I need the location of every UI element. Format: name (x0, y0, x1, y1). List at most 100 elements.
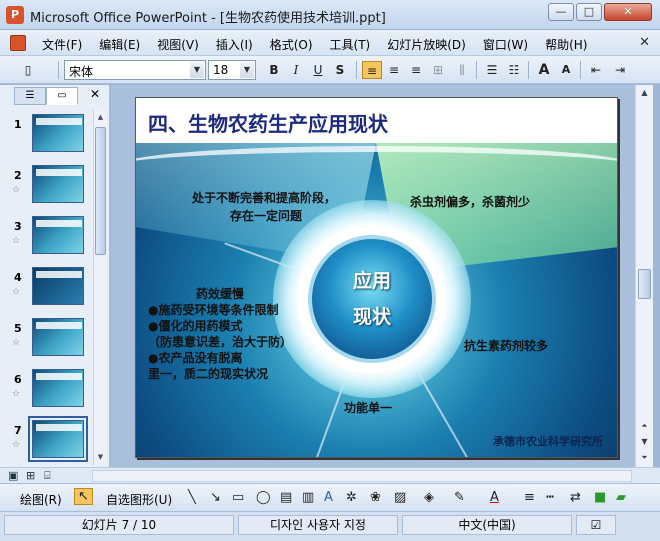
text-top-right[interactable]: 杀虫剂偏多，杀菌剂少 (410, 194, 530, 210)
tab-slides[interactable]: ▭ (46, 87, 78, 105)
text-bottom[interactable]: 功能单一 (344, 400, 392, 416)
line-color-icon[interactable]: ✎ (454, 490, 465, 505)
close-document-icon[interactable]: ✕ (639, 35, 650, 50)
textbox-tool-icon[interactable]: ▤ (280, 490, 292, 505)
slide-thumbnail[interactable]: 2 ☆ (0, 165, 92, 209)
numbered-list-icon[interactable]: ☰ (482, 61, 502, 79)
menu-window[interactable]: 窗口(W) (483, 36, 528, 53)
scroll-down-icon[interactable]: ▼ (95, 450, 106, 464)
core-label-line-1[interactable]: 应用 (308, 266, 436, 293)
slideshow-view-icon[interactable]: ⌸ (44, 469, 51, 483)
core-label-line-2[interactable]: 现状 (308, 302, 436, 329)
text-top-left-1[interactable]: 处于不断完善和提高阶段， (192, 190, 336, 206)
tab-outline[interactable]: ☰ (14, 87, 46, 105)
chevron-down-icon[interactable]: ▼ (190, 62, 204, 78)
menu-tools[interactable]: 工具(T) (330, 36, 371, 53)
italic-button[interactable]: I (286, 61, 306, 79)
slide-preview[interactable] (32, 216, 84, 254)
workspace-horizontal-scrollbar[interactable] (92, 470, 632, 482)
text-right[interactable]: 抗生素药剂较多 (464, 338, 548, 354)
text-left-block-1[interactable]: 药效缓慢 (196, 286, 244, 302)
slide-thumbnail-selected[interactable]: 7 ☆ (0, 416, 92, 464)
menu-insert[interactable]: 插入(I) (216, 36, 253, 53)
menu-edit[interactable]: 编辑(E) (99, 36, 140, 53)
scroll-up-icon[interactable]: ▲ (638, 86, 651, 100)
font-size-select[interactable]: 18 ▼ (208, 60, 256, 80)
slide-preview[interactable] (32, 267, 84, 305)
slide-preview[interactable] (28, 416, 88, 462)
slide-thumbnail[interactable]: 4 ☆ (0, 267, 92, 311)
slide-title[interactable]: 四、生物农药生产应用现状 (148, 108, 388, 137)
close-button[interactable]: ✕ (604, 3, 652, 21)
vertical-textbox-icon[interactable]: ▥ (302, 490, 314, 505)
slide-thumbnail[interactable]: 6 ☆ (0, 369, 92, 413)
line-tool-icon[interactable]: ╲ (188, 490, 196, 505)
arrow-tool-icon[interactable]: ↘ (210, 490, 221, 505)
increase-indent-icon[interactable]: ⇥ (610, 61, 630, 79)
select-pointer-icon[interactable]: ↖ (74, 488, 93, 505)
chevron-down-icon[interactable]: ▼ (240, 62, 254, 78)
text-shadow-button[interactable]: S (330, 61, 350, 79)
scrollbar-thumb[interactable] (638, 269, 651, 299)
scroll-down-icon[interactable]: ▼ (638, 435, 651, 449)
menu-help[interactable]: 帮助(H) (545, 36, 587, 53)
slide-preview[interactable] (32, 165, 84, 203)
bold-button[interactable]: B (264, 61, 284, 79)
clipart-icon[interactable]: ❀ (370, 490, 381, 505)
oval-tool-icon[interactable]: ◯ (256, 490, 271, 505)
minimize-button[interactable]: — (548, 3, 574, 21)
slide-preview[interactable] (32, 114, 84, 152)
menu-format[interactable]: 格式(O) (270, 36, 313, 53)
scroll-up-icon[interactable]: ▲ (95, 110, 106, 124)
autoshapes-menu-button[interactable]: 自选图形(U) (106, 491, 172, 508)
distributed-align-icon[interactable]: ⊞ (428, 61, 448, 79)
document-icon[interactable] (10, 35, 26, 51)
text-left-block-4[interactable]: （防患意识差，治大于防） (148, 334, 292, 350)
grow-font-button[interactable]: A (534, 61, 554, 79)
draw-menu-button[interactable]: 绘图(R) (20, 491, 62, 508)
align-center-icon[interactable]: ≡ (384, 61, 404, 79)
slide-footer[interactable]: 承德市农业科学研究所 (493, 433, 603, 449)
close-panel-icon[interactable]: ✕ (90, 87, 100, 101)
new-document-icon[interactable]: ▯ (18, 61, 38, 79)
align-left-icon[interactable]: ≡ (362, 61, 382, 79)
maximize-button[interactable]: □ (576, 3, 602, 21)
slide-canvas[interactable]: 四、生物农药生产应用现状 应用 现状 处于不断完善和提高阶段， 存在一定问题 杀… (135, 97, 618, 458)
3d-style-icon[interactable]: ▰ (616, 490, 626, 505)
text-left-block-3[interactable]: ●僵化的用药模式 (148, 318, 242, 334)
decrease-indent-icon[interactable]: ⇤ (586, 61, 606, 79)
slide-thumbnail[interactable]: 5 ☆ (0, 318, 92, 362)
workspace-vertical-scrollbar[interactable]: ▲ ⏶ ▼ ⏷ (635, 85, 653, 467)
thumbnails-scrollbar[interactable]: ▲ ▼ (93, 109, 107, 465)
picture-icon[interactable]: ▨ (394, 490, 406, 505)
font-family-select[interactable]: 宋体 ▼ (64, 60, 206, 80)
shadow-style-icon[interactable]: ■ (594, 490, 606, 505)
normal-view-icon[interactable]: ▣ (8, 469, 18, 482)
rectangle-tool-icon[interactable]: ▭ (232, 490, 244, 505)
previous-slide-icon[interactable]: ⏶ (638, 419, 651, 433)
underline-button[interactable]: U (308, 61, 328, 79)
slide-sorter-icon[interactable]: ⊞ (26, 469, 35, 482)
slide-preview[interactable] (32, 369, 84, 407)
arrow-style-icon[interactable]: ⇄ (570, 490, 581, 505)
spelling-check-icon[interactable]: ☑ (576, 515, 616, 535)
slide-preview[interactable] (32, 318, 84, 356)
slide-thumbnail[interactable]: 1 (0, 114, 92, 158)
text-left-block-5[interactable]: ●农产品没有脱离 (148, 350, 242, 366)
text-left-block-6[interactable]: 里一，质二的现实状况 (148, 366, 268, 382)
bullet-list-icon[interactable]: ☷ (504, 61, 524, 79)
menu-view[interactable]: 视图(V) (157, 36, 199, 53)
line-style-icon[interactable]: ≡ (524, 490, 535, 505)
powerpoint-app-icon[interactable]: P (6, 6, 24, 24)
wordart-icon[interactable]: A (324, 490, 333, 505)
slide-thumbnail[interactable]: 3 ☆ (0, 216, 92, 260)
menu-slideshow[interactable]: 幻灯片放映(D) (387, 36, 466, 53)
text-left-block-2[interactable]: ●施药受环境等条件限制 (148, 302, 278, 318)
next-slide-icon[interactable]: ⏷ (638, 451, 651, 465)
shrink-font-button[interactable]: A (556, 61, 576, 79)
fill-color-icon[interactable]: ◈ (424, 490, 434, 505)
font-color-icon[interactable]: A (490, 490, 499, 505)
diagram-icon[interactable]: ✲ (346, 490, 357, 505)
dash-style-icon[interactable]: ┅ (546, 490, 554, 505)
text-top-left-2[interactable]: 存在一定问题 (230, 208, 302, 224)
